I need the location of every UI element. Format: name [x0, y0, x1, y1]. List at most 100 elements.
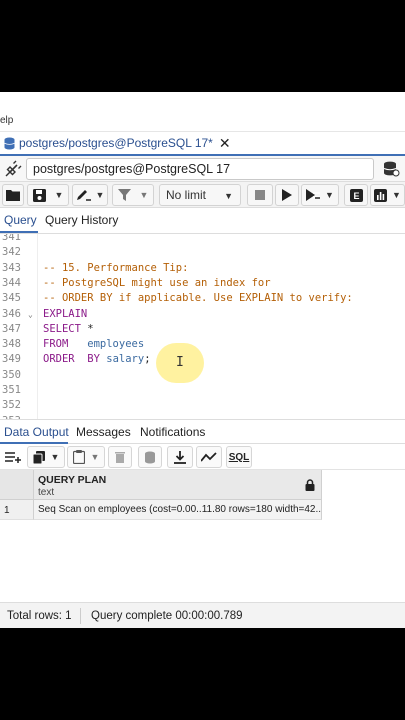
execute-button[interactable]: [275, 184, 299, 206]
sql-editor[interactable]: 341 342 343 -- 15. Performance Tip: 344 -- Po…: [0, 234, 405, 420]
connection-select[interactable]: postgres/postgres@PostgreSQL 17: [26, 158, 374, 180]
close-icon[interactable]: ✕: [219, 135, 231, 152]
tab-data-output[interactable]: Data Output: [4, 425, 69, 439]
code-line[interactable]: 347 SELECT *: [0, 322, 405, 337]
output-toolbar: ▼ ▼ SQL: [0, 444, 405, 470]
status-bar: Total rows: 1 Query complete 00:00:00.78…: [0, 602, 405, 628]
code-text: EXPLAIN: [43, 307, 87, 322]
chevron-down-icon[interactable]: ▼: [96, 190, 105, 200]
table-cell[interactable]: Seq Scan on employees (cost=0.00..11.80 …: [34, 500, 322, 520]
code-line[interactable]: 344 -- PostgreSQL might use an index for: [0, 276, 405, 291]
explain-analyze-button[interactable]: E: [344, 184, 368, 206]
copy-button[interactable]: ▼: [27, 446, 65, 468]
menu-help[interactable]: elp: [0, 115, 13, 126]
explain-e-icon: E: [349, 188, 363, 202]
grid-corner[interactable]: [0, 470, 34, 500]
code-text: -- PostgreSQL might use an index for: [43, 276, 271, 291]
lock-icon: [305, 479, 315, 491]
output-tabs: Data Output Messages Notifications: [0, 420, 405, 444]
save-icon: [32, 188, 46, 202]
copy-icon: [32, 450, 45, 464]
tab-query-history[interactable]: Query History: [45, 213, 118, 227]
code-token: BY: [87, 353, 100, 366]
connection-status-icon[interactable]: [4, 160, 22, 178]
download-icon: [174, 450, 186, 464]
code-line[interactable]: 352: [0, 398, 405, 413]
line-graph-icon: [201, 452, 217, 462]
tab-notifications[interactable]: Notifications: [140, 425, 205, 439]
explain-button[interactable]: ▼: [301, 184, 339, 206]
row-limit-value: No limit: [166, 188, 207, 202]
svg-text:E: E: [353, 191, 359, 201]
stop-button[interactable]: [247, 184, 273, 206]
query-toolbar: ▼ ▼ ▼ No limit ▼ ▼ E ▼: [0, 182, 405, 208]
code-token: ;: [144, 353, 151, 366]
code-line[interactable]: 343 -- 15. Performance Tip:: [0, 261, 405, 276]
line-number: 342: [2, 246, 21, 259]
stop-icon: [255, 190, 265, 200]
fold-chevron-icon[interactable]: ⌄: [28, 307, 33, 322]
graph-button[interactable]: [196, 446, 222, 468]
row-limit-select[interactable]: No limit ▼: [159, 184, 241, 206]
open-file-button[interactable]: [2, 184, 24, 206]
line-number: 343: [2, 261, 21, 274]
code-text: SELECT *: [43, 322, 94, 337]
code-token: -- PostgreSQL might use an index for: [43, 276, 271, 289]
row-number[interactable]: 1: [0, 500, 34, 520]
query-subtabs: Query Query History: [0, 208, 405, 234]
folder-icon: [6, 190, 20, 201]
database-icon: [4, 137, 15, 150]
chevron-down-icon[interactable]: ▼: [325, 190, 334, 200]
delete-button[interactable]: [108, 446, 132, 468]
menu-bar: elp: [0, 92, 405, 132]
tab-query[interactable]: Query: [4, 213, 37, 227]
tab-messages[interactable]: Messages: [76, 425, 131, 439]
database-icon[interactable]: [382, 160, 400, 178]
code-token: ORDER: [43, 353, 75, 366]
edit-button[interactable]: ▼: [72, 184, 108, 206]
code-line[interactable]: 341: [0, 234, 405, 245]
results-grid: QUERY PLAN text 1 Seq Scan on employees …: [0, 470, 405, 602]
chart-button[interactable]: ▼: [370, 184, 405, 206]
chevron-down-icon[interactable]: ▼: [51, 452, 60, 462]
line-number: 350: [2, 368, 21, 381]
chevron-down-icon[interactable]: ▼: [91, 452, 100, 462]
add-row-button[interactable]: [2, 446, 24, 468]
save-data-icon: [145, 451, 155, 463]
code-token: EXPLAIN: [43, 307, 88, 320]
paste-button[interactable]: ▼: [67, 446, 105, 468]
code-line[interactable]: 342: [0, 245, 405, 260]
clipboard-icon: [72, 450, 85, 464]
code-text: -- 15. Performance Tip:: [43, 261, 188, 276]
filter-button[interactable]: ▼: [112, 184, 154, 206]
chevron-down-icon[interactable]: ▼: [55, 190, 64, 200]
chevron-down-icon[interactable]: ▼: [392, 190, 401, 200]
code-token: -- 15. Performance Tip:: [43, 261, 189, 274]
add-row-icon: [5, 452, 21, 463]
column-name: QUERY PLAN: [38, 474, 107, 486]
column-header[interactable]: QUERY PLAN text: [34, 470, 322, 500]
download-button[interactable]: [167, 446, 193, 468]
connection-bar: postgres/postgres@PostgreSQL 17: [0, 156, 405, 182]
code-line[interactable]: 348 FROM employees: [0, 337, 405, 352]
code-line[interactable]: 345 -- ORDER BY if applicable. Use EXPLAI…: [0, 291, 405, 306]
code-line[interactable]: 346 ⌄ EXPLAIN: [0, 307, 405, 322]
line-number: 352: [2, 399, 21, 412]
column-type: text: [38, 487, 55, 498]
trash-icon: [115, 452, 125, 463]
code-line[interactable]: 351: [0, 383, 405, 398]
code-token: -- ORDER BY if applicable. Use EXPLAIN t…: [43, 292, 353, 305]
editor-tab-bar: postgres/postgres@PostgreSQL 17* ✕: [0, 132, 405, 156]
save-button[interactable]: ▼: [27, 184, 69, 206]
chevron-down-icon[interactable]: ▼: [140, 190, 149, 200]
line-number: 346: [2, 307, 21, 320]
total-rows: Total rows: 1: [7, 610, 72, 622]
sql-button[interactable]: SQL: [226, 446, 252, 468]
save-data-button[interactable]: [138, 446, 162, 468]
line-number: 345: [2, 292, 21, 305]
code-text: FROM employees: [43, 337, 144, 352]
query-tool-tab[interactable]: postgres/postgres@PostgreSQL 17* ✕: [0, 132, 237, 154]
line-number: 349: [2, 353, 21, 366]
code-token: *: [80, 322, 94, 335]
